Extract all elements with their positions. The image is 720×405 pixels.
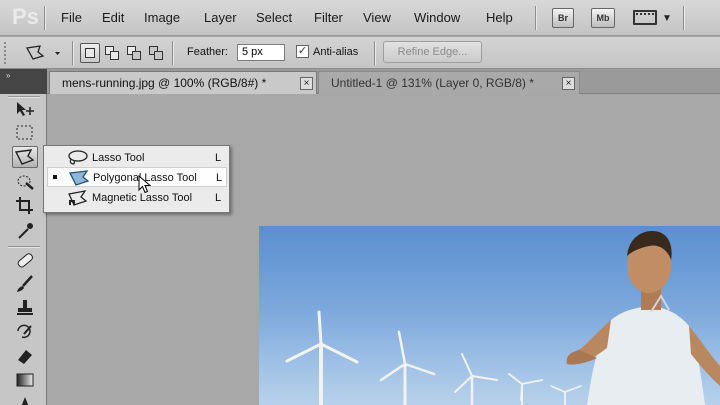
polygonal-lasso-icon bbox=[69, 170, 90, 186]
chevron-down-icon[interactable]: ▼ bbox=[662, 13, 672, 24]
wind-turbine bbox=[508, 373, 543, 405]
bridge-button[interactable]: Br bbox=[552, 8, 574, 28]
marquee-tool-icon[interactable] bbox=[12, 122, 38, 144]
wind-turbine bbox=[454, 353, 498, 405]
eyedropper-tool-icon[interactable] bbox=[12, 220, 38, 242]
wind-turbine bbox=[550, 385, 582, 405]
wind-turbine bbox=[379, 330, 436, 405]
menu-separator bbox=[44, 6, 45, 30]
options-bar bbox=[0, 37, 720, 69]
flyout-item-label: Lasso Tool bbox=[92, 152, 145, 164]
tab-untitled-1[interactable]: Untitled-1 @ 131% (Layer 0, RGB/8) * × bbox=[318, 71, 580, 94]
flyout-item-lasso[interactable]: Lasso Tool L bbox=[47, 148, 227, 168]
runner-photo bbox=[285, 231, 720, 405]
tools-panel bbox=[0, 94, 47, 405]
flyout-item-polygonal-lasso[interactable]: Polygonal Lasso Tool L bbox=[47, 167, 227, 187]
feather-label: Feather: bbox=[187, 46, 228, 58]
flyout-item-shortcut: L bbox=[216, 172, 223, 184]
refine-edge-button[interactable]: Refine Edge... bbox=[383, 41, 482, 63]
options-separator bbox=[374, 41, 375, 65]
screen-mode-icon[interactable] bbox=[633, 10, 657, 25]
close-icon[interactable]: × bbox=[300, 77, 313, 90]
document-canvas[interactable] bbox=[259, 226, 720, 405]
menu-select[interactable]: Select bbox=[256, 10, 292, 25]
current-tool-bullet bbox=[53, 175, 57, 179]
tab-label: Untitled-1 @ 131% (Layer 0, RGB/8) * bbox=[331, 76, 534, 90]
blur-tool-icon[interactable] bbox=[12, 391, 38, 405]
collapse-panel-icon[interactable]: » bbox=[0, 69, 47, 94]
options-separator bbox=[72, 41, 73, 65]
mouse-cursor-icon bbox=[138, 175, 152, 194]
add-to-selection-icon[interactable] bbox=[102, 43, 122, 63]
mini-bridge-button[interactable]: Mb bbox=[591, 8, 615, 28]
menu-layer[interactable]: Layer bbox=[204, 10, 237, 25]
magnetic-lasso-icon bbox=[68, 190, 88, 206]
menu-separator bbox=[683, 6, 684, 30]
menu-edit[interactable]: Edit bbox=[102, 10, 124, 25]
antialias-checkbox[interactable]: ✓ bbox=[296, 45, 309, 58]
wind-turbine bbox=[285, 310, 359, 405]
healing-brush-tool-icon[interactable] bbox=[12, 249, 38, 271]
menu-file[interactable]: File bbox=[61, 10, 82, 25]
menu-image[interactable]: Image bbox=[144, 10, 180, 25]
menu-bar: Ps File Edit Image Layer Select Filter V… bbox=[0, 0, 720, 36]
selection-mode-group bbox=[80, 43, 166, 63]
eraser-tool-icon[interactable] bbox=[12, 345, 38, 367]
antialias-label: Anti-alias bbox=[313, 46, 359, 58]
flyout-item-shortcut: L bbox=[215, 192, 222, 204]
quick-selection-tool-icon[interactable] bbox=[12, 171, 38, 193]
close-icon[interactable]: × bbox=[562, 77, 575, 90]
runner-figure bbox=[566, 231, 720, 405]
menu-filter[interactable]: Filter bbox=[314, 10, 343, 25]
crop-tool-icon[interactable] bbox=[12, 195, 38, 217]
lasso-icon bbox=[68, 150, 88, 165]
subtract-from-selection-icon[interactable] bbox=[124, 43, 144, 63]
tool-divider bbox=[8, 96, 40, 97]
tool-preset-picker[interactable] bbox=[22, 42, 66, 64]
polygonal-lasso-tool-icon[interactable] bbox=[12, 146, 38, 168]
tab-label: mens-running.jpg @ 100% (RGB/8#) * bbox=[62, 76, 267, 90]
menu-help[interactable]: Help bbox=[486, 10, 513, 25]
menu-separator bbox=[535, 6, 536, 30]
gradient-tool-icon[interactable] bbox=[12, 369, 38, 391]
menu-window[interactable]: Window bbox=[414, 10, 460, 25]
clone-stamp-tool-icon[interactable] bbox=[12, 297, 38, 319]
move-tool-icon[interactable] bbox=[12, 98, 38, 120]
document-tab-row: » mens-running.jpg @ 100% (RGB/8#) * × U… bbox=[0, 69, 720, 94]
tool-divider bbox=[8, 246, 40, 247]
options-separator bbox=[172, 41, 173, 65]
lasso-tools-flyout: Lasso Tool L Polygonal Lasso Tool L Magn… bbox=[43, 145, 230, 213]
flyout-item-magnetic-lasso[interactable]: Magnetic Lasso Tool L bbox=[47, 188, 227, 208]
new-selection-icon[interactable] bbox=[80, 43, 100, 63]
intersect-selection-icon[interactable] bbox=[146, 43, 166, 63]
tab-mens-running[interactable]: mens-running.jpg @ 100% (RGB/8#) * × bbox=[49, 71, 317, 94]
flyout-item-shortcut: L bbox=[215, 152, 222, 164]
brush-tool-icon[interactable] bbox=[12, 273, 38, 295]
feather-input[interactable]: 5 px bbox=[237, 44, 285, 61]
options-grip[interactable] bbox=[4, 42, 7, 64]
photoshop-logo: Ps bbox=[12, 4, 39, 29]
menu-view[interactable]: View bbox=[363, 10, 391, 25]
history-brush-tool-icon[interactable] bbox=[12, 321, 38, 343]
